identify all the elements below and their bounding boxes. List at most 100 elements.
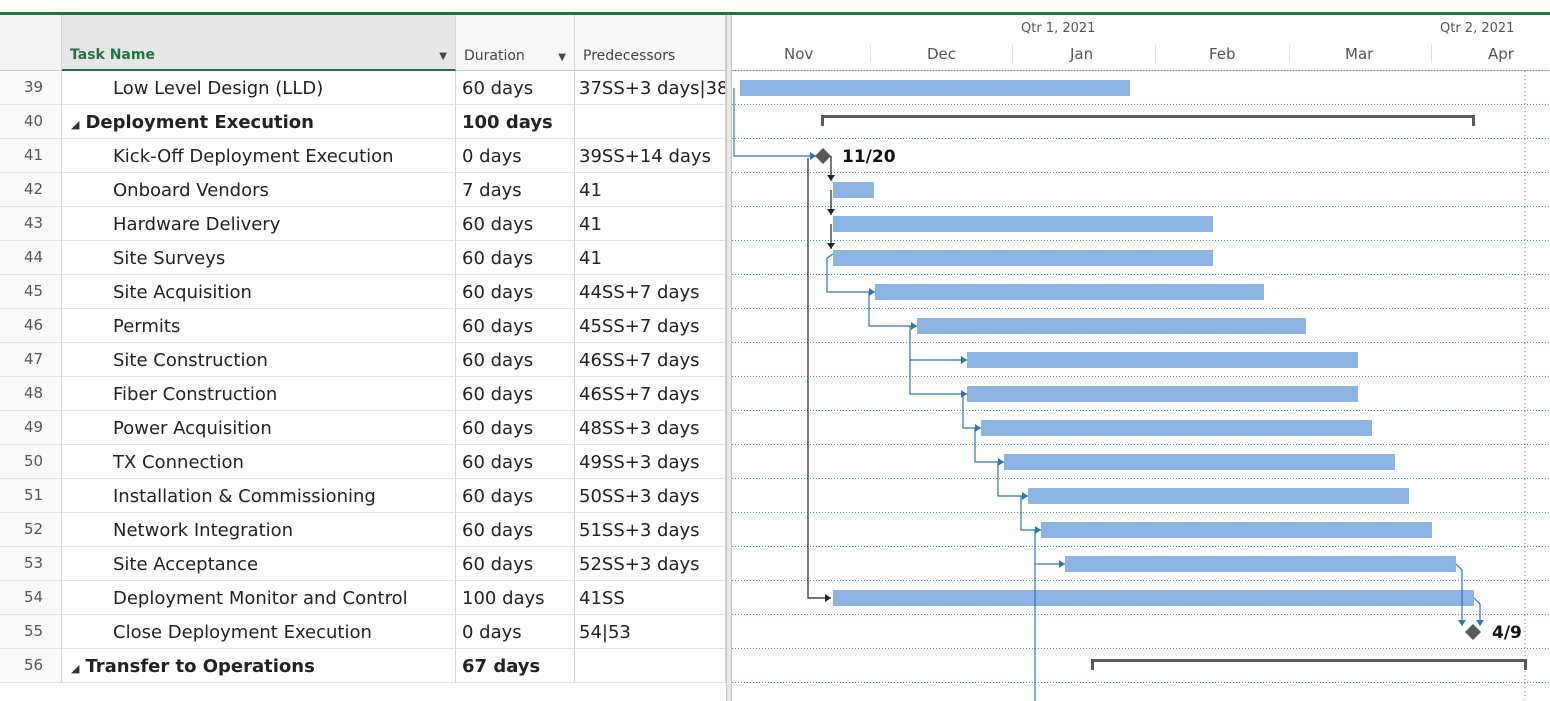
task-name-cell[interactable]: TX Connection (62, 445, 456, 479)
row-id[interactable]: 51 (0, 479, 62, 513)
task-row[interactable]: 45 Site Acquisition 60 days 44SS+7 days (0, 275, 726, 309)
predecessors-cell[interactable]: 54|53 (575, 615, 726, 649)
task-name-cell[interactable]: Low Level Design (LLD) (62, 71, 456, 105)
row-id[interactable]: 42 (0, 173, 62, 207)
task-row[interactable]: 43 Hardware Delivery 60 days 41 (0, 207, 726, 241)
task-name-cell[interactable]: Installation & Commissioning (62, 479, 456, 513)
duration-cell[interactable]: 60 days (456, 445, 575, 479)
row-id[interactable]: 47 (0, 343, 62, 377)
predecessors-cell[interactable]: 50SS+3 days (575, 479, 726, 513)
duration-cell[interactable]: 100 days (456, 105, 575, 139)
summary-bar-end[interactable] (821, 115, 824, 126)
row-id[interactable]: 46 (0, 309, 62, 343)
duration-cell[interactable]: 0 days (456, 615, 575, 649)
duration-cell[interactable]: 60 days (456, 411, 575, 445)
task-row[interactable]: 49 Power Acquisition 60 days 48SS+3 days (0, 411, 726, 445)
duration-cell[interactable]: 60 days (456, 309, 575, 343)
predecessors-cell[interactable]: 52SS+3 days (575, 547, 726, 581)
predecessors-cell[interactable]: 39SS+14 days (575, 139, 726, 173)
row-id[interactable]: 44 (0, 241, 62, 275)
task-name-cell[interactable]: ◢ Deployment Execution (62, 105, 456, 139)
predecessors-cell[interactable]: 41 (575, 207, 726, 241)
summary-task-row[interactable]: 56 ◢ Transfer to Operations 67 days (0, 649, 726, 683)
duration-filter-dropdown-icon[interactable]: ▼ (558, 52, 566, 63)
collapse-triangle-icon[interactable]: ◢ (71, 662, 79, 675)
predecessors-cell[interactable]: 41 (575, 241, 726, 275)
duration-cell[interactable]: 7 days (456, 173, 575, 207)
row-id[interactable]: 50 (0, 445, 62, 479)
row-id[interactable]: 49 (0, 411, 62, 445)
task-bar[interactable] (833, 590, 1474, 606)
task-name-cell[interactable]: Deployment Monitor and Control (62, 581, 456, 615)
task-row[interactable]: 39 Low Level Design (LLD) 60 days 37SS+3 da… (0, 71, 726, 105)
row-id[interactable]: 55 (0, 615, 62, 649)
close-milestone-date-label[interactable]: 4/9 (1492, 623, 1522, 643)
task-bar[interactable] (833, 250, 1213, 266)
duration-cell[interactable]: 60 days (456, 71, 575, 105)
duration-cell[interactable]: 60 days (456, 547, 575, 581)
duration-cell[interactable]: 60 days (456, 479, 575, 513)
collapse-triangle-icon[interactable]: ◢ (71, 118, 79, 131)
task-row[interactable]: 47 Site Construction 60 days 46SS+7 days (0, 343, 726, 377)
summary-bar-end[interactable] (1472, 115, 1475, 126)
close-milestone[interactable] (1465, 624, 1481, 640)
kickoff-milestone-date-label[interactable]: 11/20 (842, 147, 896, 167)
task-name-cell[interactable]: Hardware Delivery (62, 207, 456, 241)
predecessors-cell[interactable]: 45SS+7 days (575, 309, 726, 343)
predecessors-cell[interactable]: 37SS+3 days|38 (575, 71, 726, 105)
task-bar[interactable] (833, 182, 874, 198)
task-name-column-header[interactable]: Task Name ▼ (62, 15, 456, 71)
task-bar[interactable] (967, 386, 1358, 402)
predecessors-column-header[interactable]: Predecessors (575, 15, 726, 71)
task-name-cell[interactable]: Site Acceptance (62, 547, 456, 581)
task-row[interactable]: 55 Close Deployment Execution 0 days 54|53 (0, 615, 726, 649)
task-bar[interactable] (833, 216, 1213, 232)
task-name-filter-dropdown-icon[interactable]: ▼ (439, 51, 447, 62)
summary-task-row[interactable]: 40 ◢ Deployment Execution 100 days (0, 105, 726, 139)
summary-bar-end[interactable] (1524, 659, 1527, 670)
row-id[interactable]: 54 (0, 581, 62, 615)
task-row[interactable]: 44 Site Surveys 60 days 41 (0, 241, 726, 275)
row-id[interactable]: 52 (0, 513, 62, 547)
row-id[interactable]: 45 (0, 275, 62, 309)
predecessors-cell[interactable]: 49SS+3 days (575, 445, 726, 479)
duration-cell[interactable]: 67 days (456, 649, 575, 683)
task-bar[interactable] (1028, 488, 1409, 504)
task-name-cell[interactable]: Fiber Construction (62, 377, 456, 411)
summary-bar[interactable] (1091, 659, 1527, 662)
predecessors-cell[interactable]: 48SS+3 days (575, 411, 726, 445)
duration-cell[interactable]: 60 days (456, 343, 575, 377)
task-name-cell[interactable]: Kick-Off Deployment Execution (62, 139, 456, 173)
duration-cell[interactable]: 60 days (456, 241, 575, 275)
task-bar[interactable] (967, 352, 1358, 368)
row-id[interactable]: 48 (0, 377, 62, 411)
row-id[interactable]: 41 (0, 139, 62, 173)
task-name-cell[interactable]: Site Surveys (62, 241, 456, 275)
predecessors-cell[interactable] (575, 649, 726, 683)
predecessors-cell[interactable]: 44SS+7 days (575, 275, 726, 309)
duration-cell[interactable]: 60 days (456, 377, 575, 411)
row-id[interactable]: 56 (0, 649, 62, 683)
kickoff-milestone[interactable] (815, 148, 831, 164)
predecessors-cell[interactable]: 46SS+7 days (575, 343, 726, 377)
task-bar[interactable] (981, 420, 1372, 436)
task-row[interactable]: 48 Fiber Construction 60 days 46SS+7 days (0, 377, 726, 411)
row-id[interactable]: 43 (0, 207, 62, 241)
task-name-cell[interactable]: Site Acquisition (62, 275, 456, 309)
task-name-cell[interactable]: Permits (62, 309, 456, 343)
task-row[interactable]: 46 Permits 60 days 45SS+7 days (0, 309, 726, 343)
task-row[interactable]: 52 Network Integration 60 days 51SS+3 days (0, 513, 726, 547)
summary-bar[interactable] (821, 115, 1475, 118)
duration-cell[interactable]: 100 days (456, 581, 575, 615)
duration-column-header[interactable]: Duration ▼ (456, 15, 575, 71)
task-bar[interactable] (917, 318, 1306, 334)
task-name-cell[interactable]: Site Construction (62, 343, 456, 377)
task-name-cell[interactable]: Onboard Vendors (62, 173, 456, 207)
row-id[interactable]: 39 (0, 71, 62, 105)
task-row[interactable]: 50 TX Connection 60 days 49SS+3 days (0, 445, 726, 479)
task-bar[interactable] (1065, 556, 1456, 572)
task-name-cell[interactable]: Power Acquisition (62, 411, 456, 445)
summary-bar-end[interactable] (1091, 659, 1094, 670)
duration-cell[interactable]: 60 days (456, 513, 575, 547)
task-row[interactable]: 51 Installation & Commissioning 60 days 50S… (0, 479, 726, 513)
